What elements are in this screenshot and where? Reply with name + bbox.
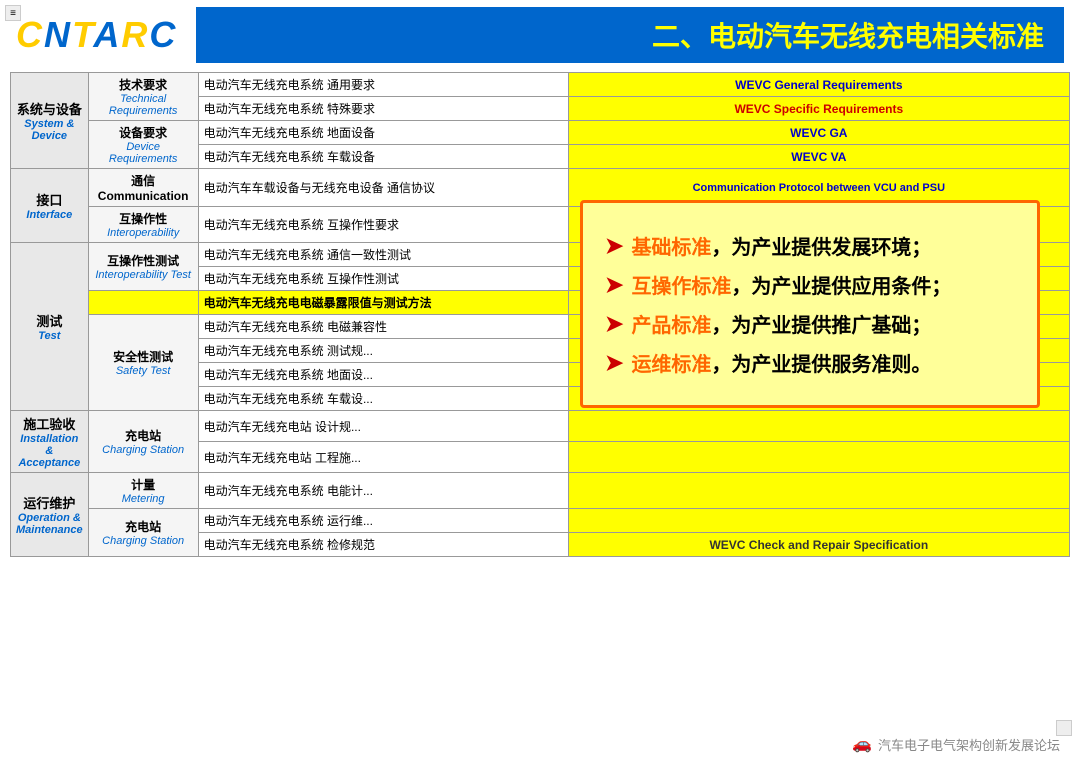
- item-cell: 电动汽车无线充电站 设计规...: [198, 411, 568, 442]
- standard-cell: [568, 509, 1069, 533]
- cat2-safety: 安全性测试 Safety Test: [88, 315, 198, 411]
- arrow-icon-3: ➤: [605, 311, 623, 337]
- cat2-device: 设备要求 Device Requirements: [88, 121, 198, 169]
- item-cell: 电动汽车无线充电系统 电磁兼容性: [198, 315, 568, 339]
- cat2-charging-station1: 充电站 Charging Station: [88, 411, 198, 473]
- cat2-emf: [88, 291, 198, 315]
- item-cell: 电动汽车无线充电系统 通信一致性测试: [198, 243, 568, 267]
- cat1-operation: 运行维护 Operation & Maintenance: [11, 473, 89, 557]
- overlay-popup: ➤ 基础标准，为产业提供发展环境； ➤ 互操作标准，为产业提供应用条件； ➤ 产…: [580, 200, 1040, 408]
- cat1-interface: 接口 Interface: [11, 169, 89, 243]
- item-cell: 电动汽车无线充电系统 特殊要求: [198, 97, 568, 121]
- arrow-icon-2: ➤: [605, 272, 623, 298]
- item-cell: 电动汽车无线充电电磁暴露限值与测试方法: [198, 291, 568, 315]
- term-3: 产品标准: [631, 315, 711, 337]
- header: CNTARC 二、电动汽车无线充电相关标准: [0, 0, 1080, 70]
- item-cell: 电动汽车无线充电站 工程施...: [198, 442, 568, 473]
- cat2-tech: 技术要求 Technical Requirements: [88, 73, 198, 121]
- standard-cell: WEVC Check and Repair Specification: [568, 533, 1069, 557]
- item-cell: 电动汽车无线充电系统 测试规...: [198, 339, 568, 363]
- term-4: 运维标准: [631, 354, 711, 376]
- nav-icon: ≡: [5, 5, 21, 21]
- rest-1: ，为产业提供发展环境；: [711, 237, 931, 259]
- popup-item-1: ➤ 基础标准，为产业提供发展环境；: [605, 231, 1015, 260]
- item-cell: 电动汽车无线充电系统 车载设...: [198, 387, 568, 411]
- term-2: 互操作标准: [631, 276, 731, 298]
- logo: CNTARC: [16, 14, 196, 56]
- table-row: 系统与设备 System & Device 技术要求 Technical Req…: [11, 73, 1070, 97]
- standard-cell: [568, 442, 1069, 473]
- cat2-charging-station2: 充电站 Charging Station: [88, 509, 198, 557]
- item-cell: 电动汽车无线充电系统 车载设备: [198, 145, 568, 169]
- cat2-interop: 互操作性 Interoperability: [88, 207, 198, 243]
- table-row: 充电站 Charging Station 电动汽车无线充电系统 运行维...: [11, 509, 1070, 533]
- table-row: 施工验收 Installation & Acceptance 充电站 Charg…: [11, 411, 1070, 442]
- cat2-comm: 通信 Communication: [88, 169, 198, 207]
- item-cell: 电动汽车无线充电系统 运行维...: [198, 509, 568, 533]
- item-cell: 电动汽车无线充电系统 互操作性测试: [198, 267, 568, 291]
- header-title: 二、电动汽车无线充电相关标准: [196, 7, 1064, 63]
- standard-cell: [568, 473, 1069, 509]
- rest-2: ，为产业提供应用条件；: [731, 276, 951, 298]
- logo-area: CNTARC: [16, 14, 196, 56]
- standard-cell: WEVC VA: [568, 145, 1069, 169]
- main-container: ≡ CNTARC 二、电动汽车无线充电相关标准 系统与设备 System & D…: [0, 0, 1080, 764]
- standard-cell: WEVC General Requirements: [568, 73, 1069, 97]
- cat2-interop-test: 互操作性测试 Interoperability Test: [88, 243, 198, 291]
- cat1-install: 施工验收 Installation & Acceptance: [11, 411, 89, 473]
- popup-item-2: ➤ 互操作标准，为产业提供应用条件；: [605, 270, 1015, 299]
- item-cell: 电动汽车无线充电系统 检修规范: [198, 533, 568, 557]
- arrow-icon-4: ➤: [605, 350, 623, 376]
- popup-item-4: ➤ 运维标准，为产业提供服务准则。: [605, 348, 1015, 377]
- footer-watermark: 🚗 汽车电子电气架构创新发展论坛: [852, 734, 1060, 754]
- standard-cell: WEVC Specific Requirements: [568, 97, 1069, 121]
- popup-item-3: ➤ 产品标准，为产业提供推广基础；: [605, 309, 1015, 338]
- rest-4: ，为产业提供服务准则。: [711, 354, 931, 376]
- term-1: 基础标准: [631, 237, 711, 259]
- arrow-icon-1: ➤: [605, 233, 623, 259]
- item-cell: 电动汽车车载设备与无线充电设备 通信协议: [198, 169, 568, 207]
- rest-3: ，为产业提供推广基础；: [711, 315, 931, 337]
- item-cell: 电动汽车无线充电系统 地面设...: [198, 363, 568, 387]
- item-cell: 电动汽车无线充电系统 互操作性要求: [198, 207, 568, 243]
- item-cell: 电动汽车无线充电系统 通用要求: [198, 73, 568, 97]
- title-text: 二、电动汽车无线充电相关标准: [652, 15, 1044, 55]
- standard-cell: [568, 411, 1069, 442]
- watermark-icon: 🚗: [852, 734, 872, 754]
- item-cell: 电动汽车无线充电系统 电能计...: [198, 473, 568, 509]
- item-cell: 电动汽车无线充电系统 地面设备: [198, 121, 568, 145]
- cat1-test: 测试 Test: [11, 243, 89, 411]
- table-row: 运行维护 Operation & Maintenance 计量 Metering…: [11, 473, 1070, 509]
- watermark-text: 汽车电子电气架构创新发展论坛: [878, 735, 1060, 754]
- cat1-system: 系统与设备 System & Device: [11, 73, 89, 169]
- cat2-metering: 计量 Metering: [88, 473, 198, 509]
- table-row: 设备要求 Device Requirements 电动汽车无线充电系统 地面设备…: [11, 121, 1070, 145]
- standard-cell: WEVC GA: [568, 121, 1069, 145]
